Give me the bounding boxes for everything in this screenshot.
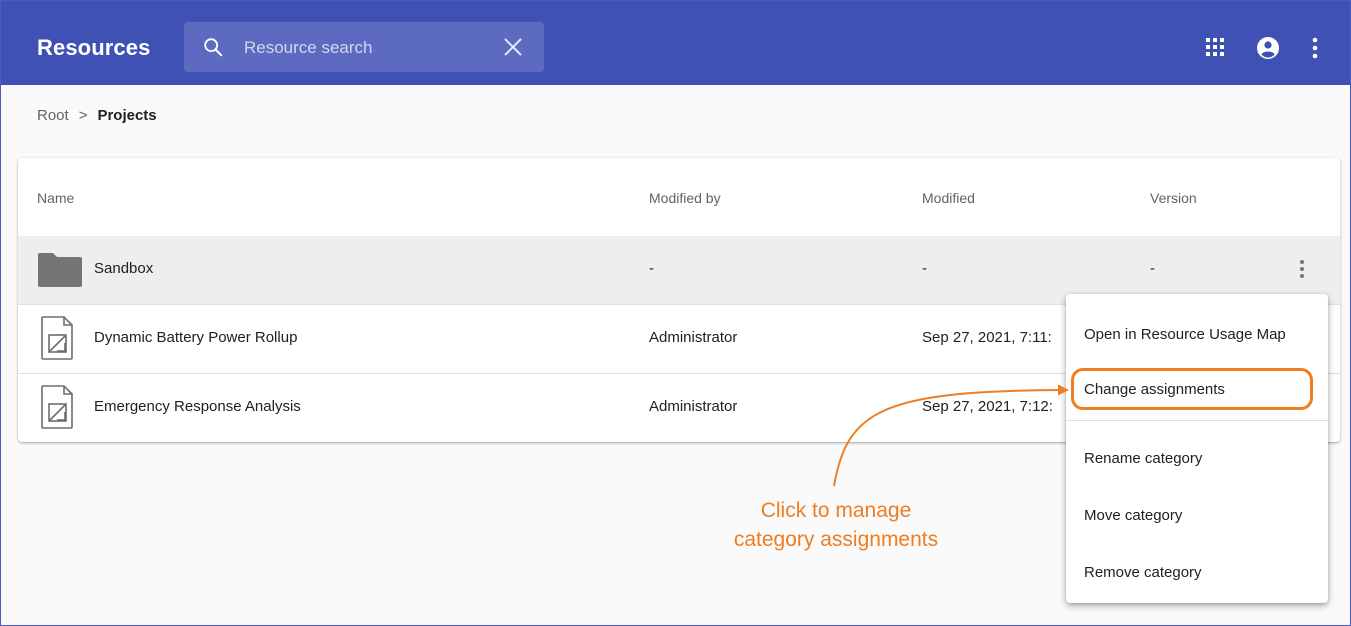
search-box[interactable] bbox=[184, 22, 544, 74]
annotation-callout: Click to manage category assignments bbox=[701, 496, 971, 554]
app-window: Resources Root bbox=[0, 0, 1351, 626]
menu-item-label: Move category bbox=[1084, 507, 1183, 524]
menu-item-label: Change assignments bbox=[1084, 381, 1225, 398]
row-name: Dynamic Battery Power Rollup bbox=[94, 329, 298, 346]
more-vert-icon[interactable] bbox=[1311, 37, 1319, 59]
annotation-line-2: category assignments bbox=[733, 528, 939, 551]
breadcrumb: Root > Projects bbox=[37, 107, 157, 124]
annotation-line-1: Click to manage bbox=[760, 499, 912, 522]
breadcrumb-separator: > bbox=[78, 107, 88, 124]
column-header-modified-by[interactable]: Modified by bbox=[649, 190, 721, 206]
breadcrumb-root[interactable]: Root bbox=[37, 107, 69, 124]
context-menu: Open in Resource Usage Map Change assign… bbox=[1066, 294, 1328, 603]
document-icon bbox=[41, 316, 73, 360]
menu-divider bbox=[1066, 420, 1328, 421]
apps-grid-icon[interactable] bbox=[1206, 38, 1224, 56]
app-title[interactable]: Resources bbox=[37, 35, 150, 61]
table-header: Name Modified by Modified Version bbox=[18, 158, 1340, 237]
search-icon bbox=[204, 38, 223, 57]
menu-item-move-category[interactable]: Move category bbox=[1066, 487, 1328, 543]
menu-item-open-in-resource-usage-map[interactable]: Open in Resource Usage Map bbox=[1066, 306, 1328, 362]
column-header-name[interactable]: Name bbox=[37, 190, 74, 206]
menu-item-change-assignments[interactable]: Change assignments bbox=[1066, 363, 1328, 419]
close-icon[interactable] bbox=[502, 36, 524, 58]
menu-item-label: Rename category bbox=[1084, 450, 1203, 467]
app-bar: Resources bbox=[1, 1, 1350, 85]
row-modified: - bbox=[922, 260, 927, 277]
row-name: Emergency Response Analysis bbox=[94, 398, 301, 415]
folder-icon bbox=[38, 253, 82, 287]
more-vert-icon[interactable] bbox=[1299, 259, 1305, 279]
column-header-version[interactable]: Version bbox=[1150, 190, 1197, 206]
menu-item-remove-category[interactable]: Remove category bbox=[1066, 544, 1328, 600]
row-modified-by: Administrator bbox=[649, 329, 738, 346]
column-header-modified[interactable]: Modified bbox=[922, 190, 975, 206]
row-modified-by: Administrator bbox=[649, 398, 738, 415]
row-modified-by: - bbox=[649, 260, 654, 277]
row-modified: Sep 27, 2021, 7:11: bbox=[922, 329, 1052, 346]
search-input[interactable] bbox=[242, 22, 506, 74]
menu-item-rename-category[interactable]: Rename category bbox=[1066, 430, 1328, 486]
menu-item-label: Open in Resource Usage Map bbox=[1084, 326, 1286, 343]
row-modified: Sep 27, 2021, 7:12: bbox=[922, 398, 1053, 415]
row-name: Sandbox bbox=[94, 260, 154, 277]
document-icon bbox=[41, 385, 73, 429]
breadcrumb-current: Projects bbox=[97, 107, 157, 124]
menu-item-label: Remove category bbox=[1084, 564, 1202, 581]
account-circle-icon[interactable] bbox=[1257, 37, 1279, 59]
row-version: - bbox=[1150, 260, 1155, 277]
